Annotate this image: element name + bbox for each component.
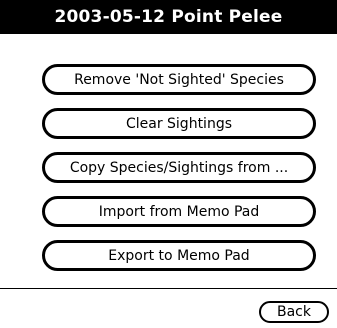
title-bar: 2003-05-12 Point Pelee [0, 0, 337, 34]
clear-sightings-button[interactable]: Clear Sightings [42, 108, 316, 139]
footer-divider [0, 288, 337, 289]
back-button[interactable]: Back [259, 301, 329, 323]
import-from-memo-pad-button[interactable]: Import from Memo Pad [42, 196, 316, 227]
remove-not-sighted-button[interactable]: Remove 'Not Sighted' Species [42, 64, 316, 95]
export-to-memo-pad-label: Export to Memo Pad [108, 247, 250, 264]
back-label: Back [277, 304, 311, 320]
import-from-memo-pad-label: Import from Memo Pad [98, 203, 260, 220]
export-to-memo-pad-button[interactable]: Export to Memo Pad [42, 240, 316, 271]
copy-species-sightings-button[interactable]: Copy Species/Sightings from ... [42, 152, 316, 183]
clear-sightings-label: Clear Sightings [125, 115, 233, 132]
remove-not-sighted-label: Remove 'Not Sighted' Species [74, 71, 284, 88]
palm-screen: 2003-05-12 Point Pelee Remove 'Not Sight… [0, 0, 337, 328]
copy-species-sightings-label: Copy Species/Sightings from ... [69, 159, 289, 176]
page-title: 2003-05-12 Point Pelee [54, 7, 283, 27]
